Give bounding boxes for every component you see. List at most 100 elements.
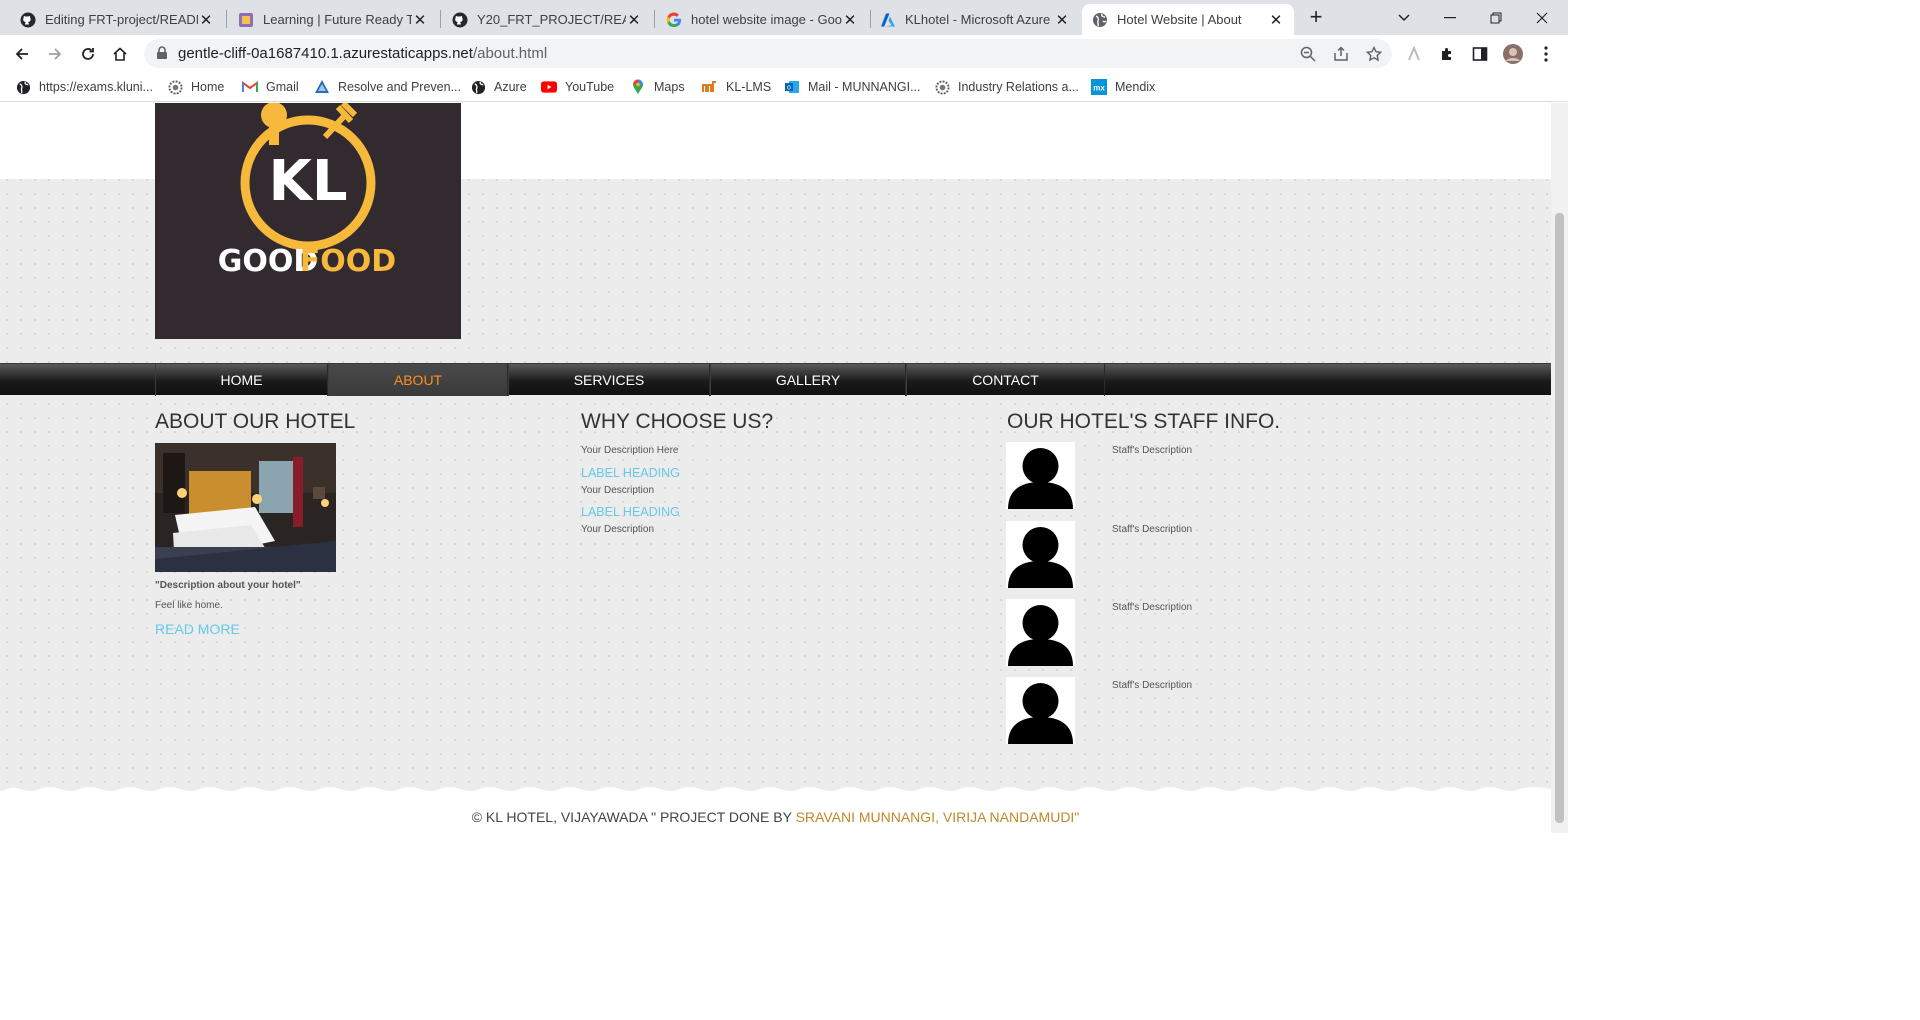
back-button[interactable] [8, 40, 36, 68]
logo-word-food: FOOD [300, 244, 396, 279]
footer-copyright: © KL HOTEL, VIJAYAWADA " PROJECT DONE BY [471, 809, 796, 825]
home-button[interactable] [106, 40, 134, 68]
bookmark-label: Home [191, 80, 225, 94]
azure-icon [880, 12, 896, 28]
about-tagline: Feel like home. [155, 600, 223, 611]
gear-icon [934, 79, 950, 95]
tab-y20-readme[interactable]: Y20_FRT_PROJECT/README.md ✕ [442, 4, 652, 35]
minimize-button[interactable] [1427, 0, 1473, 35]
staff-description: Staff's Description [1112, 445, 1193, 456]
bookmark-label: Gmail [266, 80, 299, 94]
youtube-icon [541, 79, 557, 95]
site-logo[interactable]: KL GOOD FOOD [155, 103, 461, 339]
tab-learning-frt[interactable]: Learning | Future Ready Talent ✕ [228, 4, 438, 35]
new-tab-button[interactable]: + [1305, 6, 1327, 28]
bookmark-label: Mendix [1115, 80, 1156, 94]
google-icon [666, 12, 682, 28]
forward-button[interactable] [41, 40, 69, 68]
bookmark-resolve[interactable]: Resolve and Preven... [314, 78, 461, 96]
bookmark-mail[interactable]: o Mail - MUNNANGI... [784, 78, 921, 96]
bookmark-industry-relations[interactable]: Industry Relations a... [934, 78, 1079, 96]
puzzle-icon[interactable] [1437, 44, 1457, 64]
about-quote: "Description about your hotel" [155, 580, 301, 591]
gear-icon [167, 79, 183, 95]
bookmark-kl-lms[interactable]: KL-LMS [702, 78, 771, 96]
tab-title: Hotel Website | About [1117, 12, 1242, 27]
bookmark-label: Resolve and Preven... [338, 80, 461, 94]
page-scrollbar[interactable] [1551, 103, 1568, 833]
address-bar[interactable]: gentle-cliff-0a1687410.1.azurestaticapps… [144, 39, 1392, 68]
globe-icon [1092, 12, 1108, 28]
bookmark-label: YouTube [565, 80, 615, 94]
logo-initials: KL [268, 149, 347, 214]
main-navigation: HOME ABOUT SERVICES GALLERY CONTACT [0, 363, 1551, 396]
nav-contact[interactable]: CONTACT [906, 364, 1105, 396]
tab-hotel-about[interactable]: Hotel Website | About ✕ [1082, 4, 1294, 35]
about-title: ABOUT OUR HOTEL [155, 410, 356, 433]
label-heading: LABEL HEADING [581, 505, 680, 519]
lock-icon[interactable] [156, 46, 168, 65]
more-menu-icon[interactable] [1536, 44, 1556, 64]
footer-authors: SRAVANI MUNNANGI, VIRIJA NANDAMUDI" [795, 809, 1080, 825]
bookmark-label: Maps [654, 80, 685, 94]
bookmark-youtube[interactable]: YouTube [541, 78, 614, 96]
github-icon [20, 12, 36, 28]
close-icon[interactable]: ✕ [198, 12, 214, 29]
bookmark-label: KL-LMS [726, 80, 772, 94]
nav-home[interactable]: HOME [155, 364, 328, 396]
restore-button[interactable] [1473, 0, 1519, 35]
bookmark-star-icon[interactable] [1365, 45, 1383, 63]
profile-avatar[interactable] [1503, 44, 1523, 64]
extension-icon[interactable] [1404, 44, 1424, 64]
zoom-icon[interactable] [1299, 45, 1317, 63]
page-viewport: KL GOOD FOOD HOME ABOUT SERVICES GALLERY… [0, 103, 1551, 833]
maps-icon [630, 79, 646, 95]
url-path: /about.html [472, 45, 548, 62]
staff-description: Staff's Description [1112, 524, 1193, 535]
tab-search-icon[interactable] [1381, 0, 1427, 35]
bookmark-azure[interactable]: Azure [470, 78, 527, 96]
close-icon[interactable]: ✕ [1054, 12, 1070, 29]
bookmark-home[interactable]: Home [167, 78, 224, 96]
tab-title: Y20_FRT_PROJECT/README.md [477, 12, 626, 27]
close-icon[interactable]: ✕ [626, 12, 642, 29]
globe-icon [470, 79, 486, 95]
tab-editing-readme[interactable]: Editing FRT-project/README.md ✕ [10, 4, 224, 35]
url-host: gentle-cliff-0a1687410.1.azurestaticapps… [178, 45, 473, 62]
bookmark-gmail[interactable]: Gmail [242, 78, 299, 96]
label-heading: LABEL HEADING [581, 466, 680, 480]
close-icon[interactable]: ✕ [412, 12, 428, 29]
bookmark-label: Mail - MUNNANGI... [808, 80, 921, 94]
nav-gallery[interactable]: GALLERY [710, 364, 906, 396]
scrollbar-thumb[interactable] [1555, 213, 1564, 823]
mendix-icon: mx [1091, 79, 1107, 95]
read-more-link[interactable]: READ MORE [155, 621, 240, 637]
tab-divider [440, 10, 441, 28]
bookmark-maps[interactable]: Maps [630, 78, 685, 96]
staff-avatar-icon [1006, 521, 1075, 588]
footer-wave [0, 787, 1551, 793]
globe-icon [15, 79, 31, 95]
tab-divider [226, 10, 227, 28]
tab-azure[interactable]: KLhotel - Microsoft Azure ✕ [870, 4, 1080, 35]
label-description: Your Description [581, 524, 655, 535]
share-icon[interactable] [1332, 45, 1350, 63]
side-panel-icon[interactable] [1470, 44, 1490, 64]
site-footer: © KL HOTEL, VIJAYAWADA " PROJECT DONE BY… [0, 787, 1551, 833]
nav-services[interactable]: SERVICES [508, 364, 710, 396]
close-icon[interactable]: ✕ [1268, 12, 1284, 29]
bookmark-mendix[interactable]: mx Mendix [1091, 78, 1155, 96]
tab-google-search[interactable]: hotel website image - Google ✕ [656, 4, 868, 35]
close-icon[interactable]: ✕ [842, 12, 858, 29]
frt-icon [238, 12, 254, 28]
github-icon [452, 12, 468, 28]
staff-avatar-icon [1006, 599, 1075, 666]
svg-text:o: o [787, 85, 791, 92]
staff-title: OUR HOTEL'S STAFF INFO. [1007, 410, 1281, 433]
why-title: WHY CHOOSE US? [581, 410, 774, 433]
bookmark-exams[interactable]: https://exams.kluni... [15, 78, 153, 96]
nav-about[interactable]: ABOUT [328, 364, 508, 396]
why-intro: Your Description Here [581, 445, 679, 456]
reload-button[interactable] [74, 40, 102, 68]
close-window-button[interactable] [1519, 0, 1565, 35]
